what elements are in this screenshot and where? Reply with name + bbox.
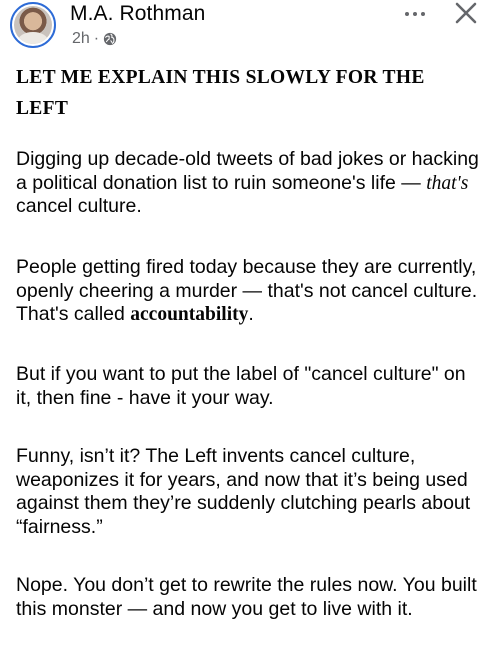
post-meta: 2h · bbox=[72, 30, 117, 48]
paragraph-4: Funny, isn’t it? The Left invents cancel… bbox=[16, 445, 471, 538]
paragraph-1-text: Digging up decade-old tweets of bad joke… bbox=[16, 148, 479, 194]
paragraph-2-end: . bbox=[248, 303, 254, 325]
paragraph-1-emphasis: that's bbox=[426, 172, 469, 194]
post-body: LET ME EXPLAIN THIS SLOWLY FOR THE LEFT … bbox=[16, 60, 486, 620]
paragraph-3: But if you want to put the label of "can… bbox=[16, 363, 466, 409]
close-icon[interactable] bbox=[452, 0, 480, 28]
paragraph-1: Digging up decade-old tweets of bad joke… bbox=[16, 148, 486, 219]
post-header: M.A. Rothman 2h · bbox=[0, 0, 500, 56]
avatar-shirt bbox=[18, 32, 48, 44]
paragraph-5: Nope. You don’t get to rewrite the rules… bbox=[16, 574, 477, 620]
avatar[interactable] bbox=[10, 2, 56, 48]
author-name[interactable]: M.A. Rothman bbox=[70, 2, 205, 26]
headline-line-2: LEFT bbox=[16, 98, 69, 119]
paragraph-2-bold: accountability bbox=[130, 304, 249, 325]
post-headline: LET ME EXPLAIN THIS SLOWLY FOR THE LEFT bbox=[16, 62, 486, 124]
meta-separator: · bbox=[93, 30, 100, 47]
ellipsis-icon-graphic bbox=[405, 12, 425, 16]
ellipsis-icon[interactable] bbox=[400, 2, 430, 22]
post-time[interactable]: 2h bbox=[72, 30, 90, 48]
paragraph-1-end: cancel culture. bbox=[16, 195, 142, 217]
close-icon-graphic bbox=[455, 2, 477, 24]
avatar-photo bbox=[14, 6, 52, 44]
globe-icon bbox=[104, 32, 117, 46]
headline-line-1: LET ME EXPLAIN THIS SLOWLY FOR THE bbox=[16, 67, 425, 88]
paragraph-2: People getting fired today because they … bbox=[16, 256, 486, 327]
